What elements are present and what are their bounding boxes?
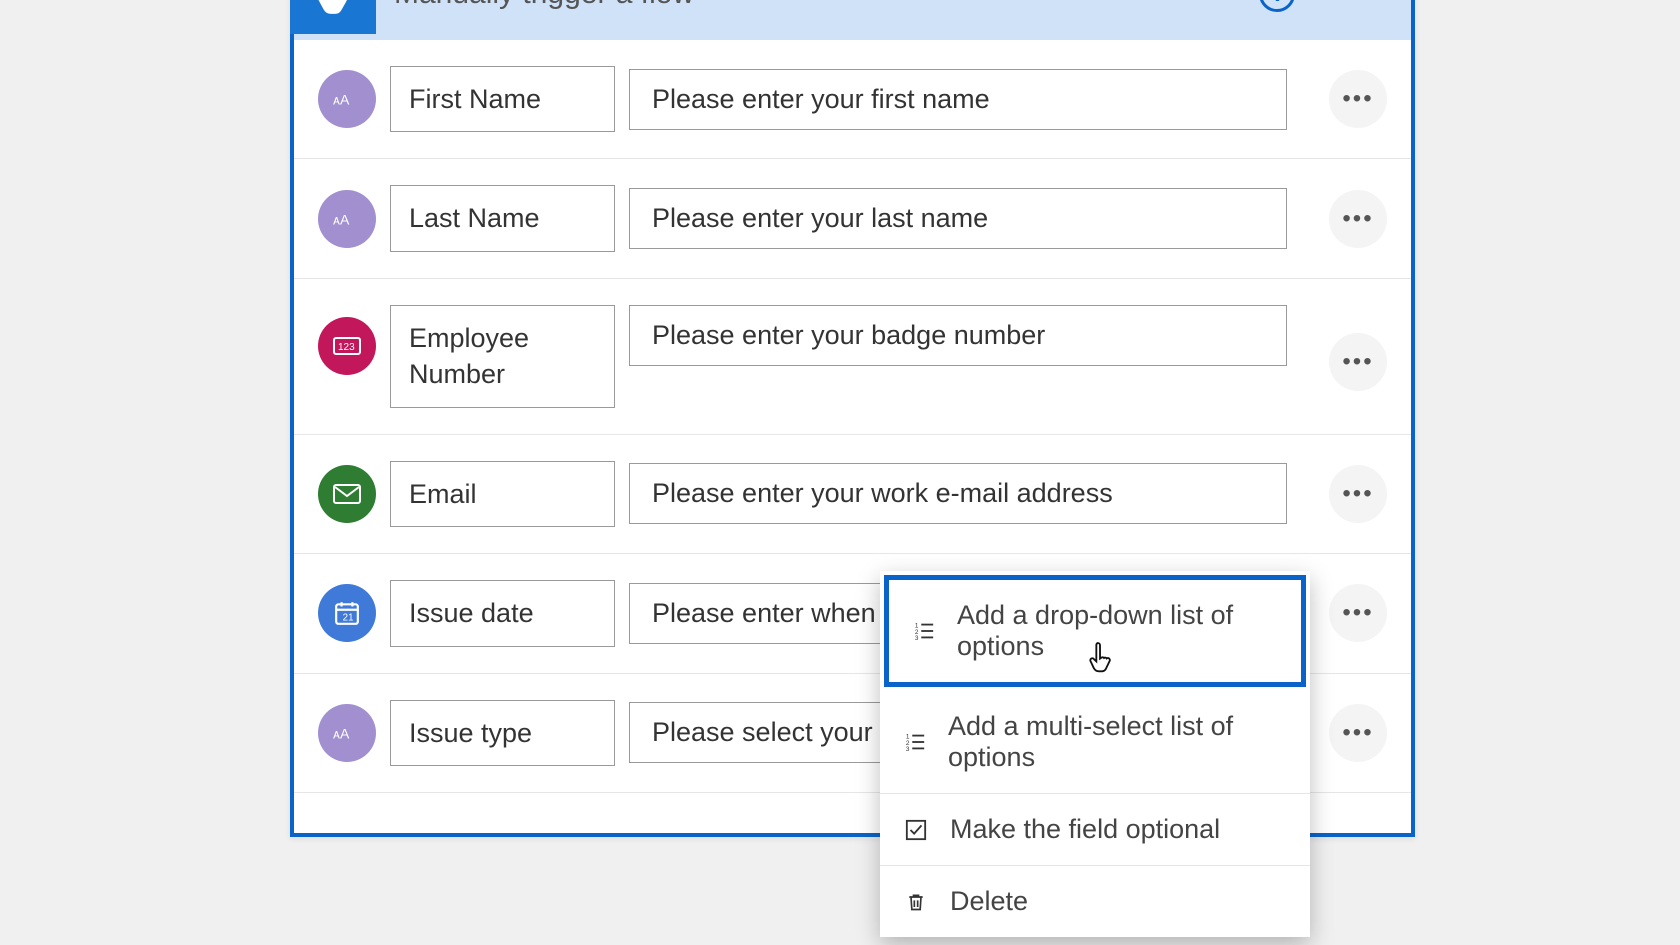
checkbox-icon [904, 818, 928, 842]
input-row: Email Please enter your work e-mail addr… [294, 435, 1411, 554]
trash-icon [904, 890, 928, 914]
menu-item-label: Make the field optional [950, 814, 1220, 845]
list-icon: 123 [913, 619, 935, 643]
input-row: 123 Employee Number Please enter your ba… [294, 279, 1411, 435]
input-placeholder[interactable]: Please enter your badge number [629, 305, 1287, 366]
input-row: ᴀA First Name Please enter your first na… [294, 40, 1411, 159]
input-label[interactable]: Issue type [390, 700, 615, 766]
menu-item-label: Add a drop-down list of options [957, 600, 1277, 662]
text-type-icon: ᴀA [318, 704, 376, 762]
svg-text:21: 21 [343, 613, 354, 624]
card-title: Manually trigger a flow [394, 0, 1259, 21]
menu-item-label: Add a multi-select list of options [948, 711, 1286, 773]
email-type-icon [318, 465, 376, 523]
row-more-button[interactable]: ••• [1329, 190, 1387, 248]
header-actions: i ••• [1259, 0, 1391, 22]
card-more-button[interactable]: ••• [1335, 0, 1373, 11]
input-placeholder[interactable]: Please enter your first name [629, 69, 1287, 130]
svg-text:3: 3 [915, 635, 919, 642]
card-header: Manually trigger a flow i ••• [294, 0, 1411, 40]
menu-item-label: Delete [950, 886, 1028, 917]
row-more-button[interactable]: ••• [1329, 465, 1387, 523]
trigger-icon-box [290, 0, 376, 34]
svg-text:ᴀA: ᴀA [333, 92, 350, 108]
input-placeholder[interactable]: Please enter your last name [629, 188, 1287, 249]
menu-item-delete[interactable]: Delete [880, 866, 1310, 937]
input-label[interactable]: Employee Number [390, 305, 615, 408]
svg-text:123: 123 [338, 342, 355, 353]
menu-item-make-optional[interactable]: Make the field optional [880, 794, 1310, 865]
input-label[interactable]: Last Name [390, 185, 615, 251]
svg-text:ᴀA: ᴀA [333, 725, 350, 741]
finger-tap-icon [312, 0, 354, 20]
date-type-icon: 21 [318, 584, 376, 642]
input-label[interactable]: Issue date [390, 580, 615, 646]
menu-item-add-dropdown[interactable]: 123 Add a drop-down list of options [884, 575, 1306, 687]
row-more-button[interactable]: ••• [1329, 333, 1387, 391]
input-label[interactable]: First Name [390, 66, 615, 132]
number-type-icon: 123 [318, 317, 376, 375]
row-more-button[interactable]: ••• [1329, 70, 1387, 128]
input-row: ᴀA Last Name Please enter your last name… [294, 159, 1411, 278]
input-placeholder[interactable]: Please enter your work e-mail address [629, 463, 1287, 524]
row-more-button[interactable]: ••• [1329, 584, 1387, 642]
text-type-icon: ᴀA [318, 70, 376, 128]
list-icon: 123 [904, 730, 926, 754]
info-icon[interactable]: i [1259, 0, 1295, 12]
row-more-button[interactable]: ••• [1329, 704, 1387, 762]
field-context-menu: 123 Add a drop-down list of options 123 … [880, 571, 1310, 937]
text-type-icon: ᴀA [318, 190, 376, 248]
svg-text:3: 3 [906, 746, 910, 753]
menu-item-add-multiselect[interactable]: 123 Add a multi-select list of options [880, 691, 1310, 793]
svg-text:ᴀA: ᴀA [333, 211, 350, 227]
input-label[interactable]: Email [390, 461, 615, 527]
